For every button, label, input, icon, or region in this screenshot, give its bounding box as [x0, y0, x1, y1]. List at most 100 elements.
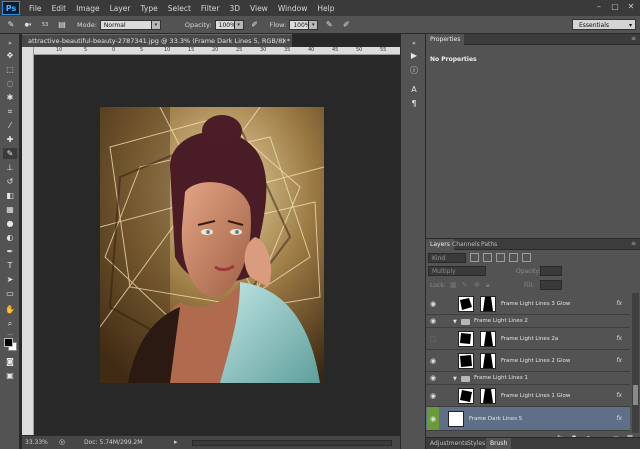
minimize-icon[interactable]: – — [592, 1, 606, 13]
layer-mask-thumbnail[interactable] — [480, 353, 496, 369]
tab-properties[interactable]: Properties — [426, 34, 465, 45]
eye-icon[interactable]: ◉ — [428, 350, 438, 371]
eraser-tool-icon[interactable]: ◧ — [3, 190, 17, 201]
layers-scrollbar[interactable] — [632, 293, 639, 433]
lock-pixels-icon[interactable]: ✎ — [462, 281, 470, 289]
layer-row[interactable]: ◉ Frame Light Lines 3 Glow fx — [426, 293, 630, 315]
chevron-down-icon[interactable]: ▾ — [234, 19, 244, 30]
history-brush-tool-icon[interactable]: ↺ — [3, 176, 17, 187]
mode-select[interactable]: Normal — [99, 19, 152, 30]
dodge-tool-icon[interactable]: ◐ — [3, 232, 17, 243]
brush-preset-picker[interactable]: ●▾ — [21, 19, 35, 31]
menu-file[interactable]: File — [24, 4, 47, 13]
panel-menu-icon[interactable]: ≡ — [631, 240, 636, 247]
brush-panel-icon[interactable]: ▤ — [55, 19, 69, 31]
chevron-down-icon[interactable]: ▼ — [453, 319, 457, 325]
layer-row[interactable]: ◉ Frame Light Lines 2 Glow fx — [426, 350, 630, 372]
layer-row[interactable]: ▢ Frame Light Lines 2a fx — [426, 328, 630, 350]
clone-stamp-tool-icon[interactable]: ⊥ — [3, 162, 17, 173]
menu-edit[interactable]: Edit — [47, 4, 72, 13]
zoom-tool-icon[interactable]: ⌕ — [3, 318, 17, 329]
fx-icon[interactable]: fx — [616, 300, 622, 307]
flow-input[interactable]: 100% — [289, 19, 310, 30]
panel-collapse-icon[interactable]: » — [3, 38, 17, 49]
layer-name[interactable]: Frame Light Lines 3 Glow — [501, 301, 570, 307]
move-tool-icon[interactable]: ✥ — [3, 50, 17, 61]
shape-tool-icon[interactable]: ▭ — [3, 288, 17, 299]
menu-view[interactable]: View — [245, 4, 273, 13]
close-icon[interactable]: ✕ — [624, 1, 638, 13]
type-tool-icon[interactable]: T — [3, 260, 17, 271]
menu-image[interactable]: Image — [71, 4, 105, 13]
zoom-level[interactable]: 33.33% — [25, 439, 48, 446]
layer-opacity-input[interactable] — [540, 266, 562, 276]
menu-3d[interactable]: 3D — [224, 4, 245, 13]
lock-all-icon[interactable]: 🔒︎ — [486, 281, 494, 289]
maximize-icon[interactable]: ▢ — [608, 1, 622, 13]
filter-type-icon[interactable] — [496, 253, 505, 262]
crop-tool-icon[interactable]: ⌗ — [3, 106, 17, 117]
lock-position-icon[interactable]: ✥ — [474, 281, 482, 289]
eye-icon[interactable]: ◉ — [428, 293, 438, 314]
layer-name[interactable]: Frame Light Lines 2a — [501, 336, 558, 342]
panel-menu-icon[interactable]: ≡ — [631, 35, 636, 42]
quick-select-tool-icon[interactable]: ✱ — [3, 92, 17, 103]
layer-name[interactable]: Frame Dark Lines 5 — [469, 416, 522, 422]
layer-mask-thumbnail[interactable] — [480, 296, 496, 312]
eyedropper-tool-icon[interactable]: ⁄ — [3, 120, 17, 131]
quick-mask-icon[interactable]: ◙ — [3, 356, 17, 367]
menu-window[interactable]: Window — [273, 4, 313, 13]
eye-icon[interactable]: ◉ — [428, 372, 438, 384]
path-select-tool-icon[interactable]: ➤ — [3, 274, 17, 285]
paragraph-panel-icon[interactable]: ¶ — [408, 98, 420, 109]
chevron-down-icon[interactable]: ▾ — [309, 19, 319, 30]
filter-kind-select[interactable]: Kind — [428, 252, 466, 263]
canvas-area[interactable] — [34, 55, 400, 435]
foreground-color-swatch[interactable] — [4, 338, 13, 347]
filter-shape-icon[interactable] — [509, 253, 518, 262]
marquee-tool-icon[interactable]: ⬚ — [3, 64, 17, 75]
info-icon[interactable]: ⓘ — [408, 65, 420, 76]
menu-filter[interactable]: Filter — [196, 4, 225, 13]
filter-smartobject-icon[interactable] — [522, 253, 531, 262]
tab-brush[interactable]: Brush — [486, 438, 512, 449]
menu-select[interactable]: Select — [163, 4, 196, 13]
filter-pixel-icon[interactable] — [470, 253, 479, 262]
brush-tool-icon[interactable]: ✎ — [4, 19, 18, 31]
brush-tool-icon[interactable]: ✎ — [3, 148, 17, 159]
fx-icon[interactable]: fx — [616, 357, 622, 364]
blur-tool-icon[interactable]: ● — [3, 218, 17, 229]
fx-icon[interactable]: fx — [616, 415, 622, 422]
layer-group-name[interactable]: Frame Light Lines 2 — [474, 318, 528, 324]
layer-name[interactable]: Frame Light Lines 2 Glow — [501, 358, 570, 364]
status-menu-arrow-icon[interactable]: ▸ — [174, 438, 178, 446]
fill-input[interactable] — [540, 280, 562, 290]
lasso-tool-icon[interactable]: ◌ — [3, 78, 17, 89]
horizontal-scrollbar[interactable] — [192, 440, 392, 446]
artwork-image[interactable] — [100, 107, 324, 383]
airbrush-icon[interactable]: ✎ — [322, 19, 336, 31]
layer-group-name[interactable]: Frame Light Lines 1 — [474, 375, 528, 381]
chevron-down-icon[interactable]: ▾ — [151, 19, 161, 30]
eye-hidden-icon[interactable]: ▢ — [428, 328, 438, 349]
character-panel-icon[interactable]: A — [408, 84, 420, 95]
layer-group-row[interactable]: ◉ ▼ Frame Light Lines 2 — [426, 315, 630, 328]
document-tab[interactable]: attractive-beautiful-beauty-2787341.jpg … — [22, 34, 292, 47]
gradient-tool-icon[interactable]: ▦ — [3, 204, 17, 215]
lock-transparent-icon[interactable]: ▦ — [450, 281, 458, 289]
status-info-icon[interactable]: ◎ — [59, 438, 65, 446]
scrollbar-thumb[interactable] — [633, 385, 638, 405]
pressure-opacity-icon[interactable]: ✐ — [248, 19, 262, 31]
play-actions-icon[interactable]: ▶ — [408, 50, 420, 61]
eye-icon[interactable]: ◉ — [428, 315, 438, 327]
pressure-size-icon[interactable]: ✐ — [339, 19, 353, 31]
panel-collapse-icon[interactable]: « — [408, 38, 420, 49]
workspace-select[interactable]: Essentials — [572, 19, 636, 31]
eye-icon[interactable]: ◉ — [428, 385, 438, 406]
screen-mode-icon[interactable]: ▣ — [3, 370, 17, 381]
layer-mask-thumbnail[interactable] — [480, 388, 496, 404]
opacity-input[interactable]: 100% — [214, 19, 236, 30]
menu-type[interactable]: Type — [136, 4, 163, 13]
eye-icon[interactable]: ◉ — [427, 407, 439, 430]
blend-mode-select[interactable]: Multiply — [428, 266, 486, 276]
